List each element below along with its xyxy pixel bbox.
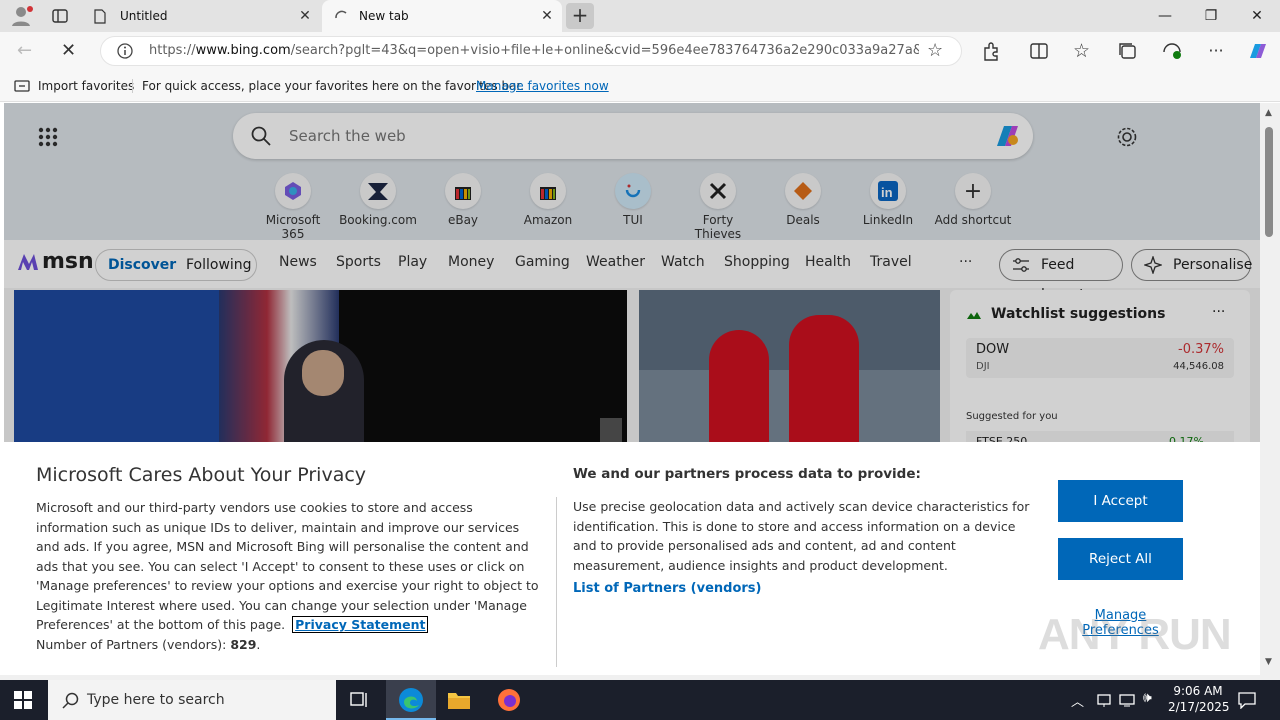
favorite-star-icon[interactable]: ☆ — [927, 37, 943, 65]
windows-start-icon[interactable] — [14, 691, 32, 709]
more-menu-icon[interactable]: ··· — [1205, 40, 1227, 62]
page-icon — [94, 8, 106, 24]
tab-actions-icon[interactable] — [52, 8, 68, 24]
collections-icon[interactable] — [1117, 40, 1139, 62]
import-favorites-icon — [14, 78, 30, 94]
scroll-up-icon[interactable]: ▲ — [1265, 108, 1272, 118]
clock[interactable]: 9:06 AM 2/17/2025 — [1168, 683, 1230, 715]
privacy-consent-banner: Microsoft Cares About Your Privacy Micro… — [4, 442, 1260, 675]
favorites-bar: Import favorites For quick access, place… — [0, 70, 1280, 102]
scroll-down-icon[interactable]: ▼ — [1265, 657, 1272, 667]
accept-button[interactable]: I Accept — [1058, 480, 1183, 522]
anyrun-watermark: ANY RUN — [1038, 610, 1232, 659]
task-view-icon[interactable] — [350, 691, 370, 709]
close-tab-icon[interactable]: ✕ — [298, 9, 312, 23]
site-info-icon[interactable] — [117, 43, 133, 59]
tab-untitled[interactable]: Untitled ✕ — [84, 0, 320, 32]
minimize-button[interactable]: — — [1142, 0, 1188, 32]
copilot-icon[interactable] — [1246, 40, 1268, 62]
stop-loading-icon[interactable]: ✕ — [61, 40, 83, 62]
file-explorer-icon[interactable] — [447, 689, 471, 711]
consent-purposes-title: We and our partners process data to prov… — [573, 466, 921, 482]
consent-body: Microsoft and our third-party vendors us… — [36, 500, 539, 652]
edge-icon — [399, 688, 423, 712]
page-scrollbar[interactable]: ▲ ▼ — [1260, 103, 1280, 675]
divider — [556, 497, 557, 667]
performance-icon[interactable] — [1161, 40, 1183, 62]
manage-favorites-link[interactable]: Manage favorites now — [476, 70, 609, 102]
partners-count: 829 — [230, 636, 257, 652]
tab-title: Untitled — [120, 9, 168, 23]
profile-avatar[interactable] — [10, 5, 34, 27]
split-screen-icon[interactable] — [1028, 40, 1050, 62]
back-icon[interactable]: ← — [17, 40, 39, 62]
tab-new-tab[interactable]: New tab ✕ — [322, 0, 562, 32]
favorites-hint: For quick access, place your favorites h… — [142, 79, 525, 93]
firefox-icon[interactable] — [497, 688, 521, 712]
divider — [132, 79, 133, 93]
close-tab-icon[interactable]: ✕ — [540, 9, 554, 23]
taskbar-search-placeholder: Type here to search — [87, 692, 225, 708]
edge-taskbar-button[interactable] — [386, 680, 436, 720]
reject-all-button[interactable]: Reject All — [1058, 538, 1183, 580]
notifications-icon[interactable] — [1238, 691, 1256, 709]
tab-strip: Untitled ✕ New tab ✕ + — ❐ ✕ — [0, 0, 1280, 32]
taskbar-search-box[interactable]: Type here to search — [48, 680, 336, 720]
browser-toolbar: ← ✕ https://www.bing.com/search?pglt=43&… — [0, 32, 1280, 70]
favorites-icon[interactable]: ☆ — [1073, 40, 1095, 62]
vendors-list-link[interactable]: List of Partners (vendors) — [573, 581, 761, 596]
network-status-icon[interactable] — [1096, 692, 1112, 708]
address-url: https://www.bing.com/search?pglt=43&q=op… — [149, 43, 919, 58]
extensions-icon[interactable] — [980, 40, 1002, 62]
volume-icon[interactable]: 🕪 — [1143, 690, 1152, 706]
consent-title: Microsoft Cares About Your Privacy — [36, 464, 367, 486]
new-tab-page: Search the web Microsoft 365 Booking.com… — [4, 103, 1260, 675]
display-icon[interactable] — [1119, 692, 1135, 708]
loading-spinner-icon — [334, 9, 348, 23]
windows-taskbar: Type here to search ︿ 🕪 9:06 AM 2/17/2025 — [0, 680, 1280, 720]
address-bar[interactable]: https://www.bing.com/search?pglt=43&q=op… — [100, 36, 962, 66]
tray-overflow-icon[interactable]: ︿ — [1071, 691, 1084, 710]
new-tab-button[interactable]: + — [566, 3, 594, 29]
privacy-statement-link[interactable]: Privacy Statement — [292, 616, 429, 633]
search-icon — [62, 692, 79, 709]
restore-button[interactable]: ❐ — [1188, 0, 1234, 32]
consent-purposes-body: Use precise geolocation data and activel… — [573, 499, 1030, 573]
tab-title: New tab — [359, 9, 409, 23]
import-favorites-button[interactable]: Import favorites — [38, 70, 134, 102]
consent-backdrop — [4, 103, 1260, 442]
scrollbar-thumb[interactable] — [1265, 127, 1273, 237]
close-window-button[interactable]: ✕ — [1234, 0, 1280, 32]
